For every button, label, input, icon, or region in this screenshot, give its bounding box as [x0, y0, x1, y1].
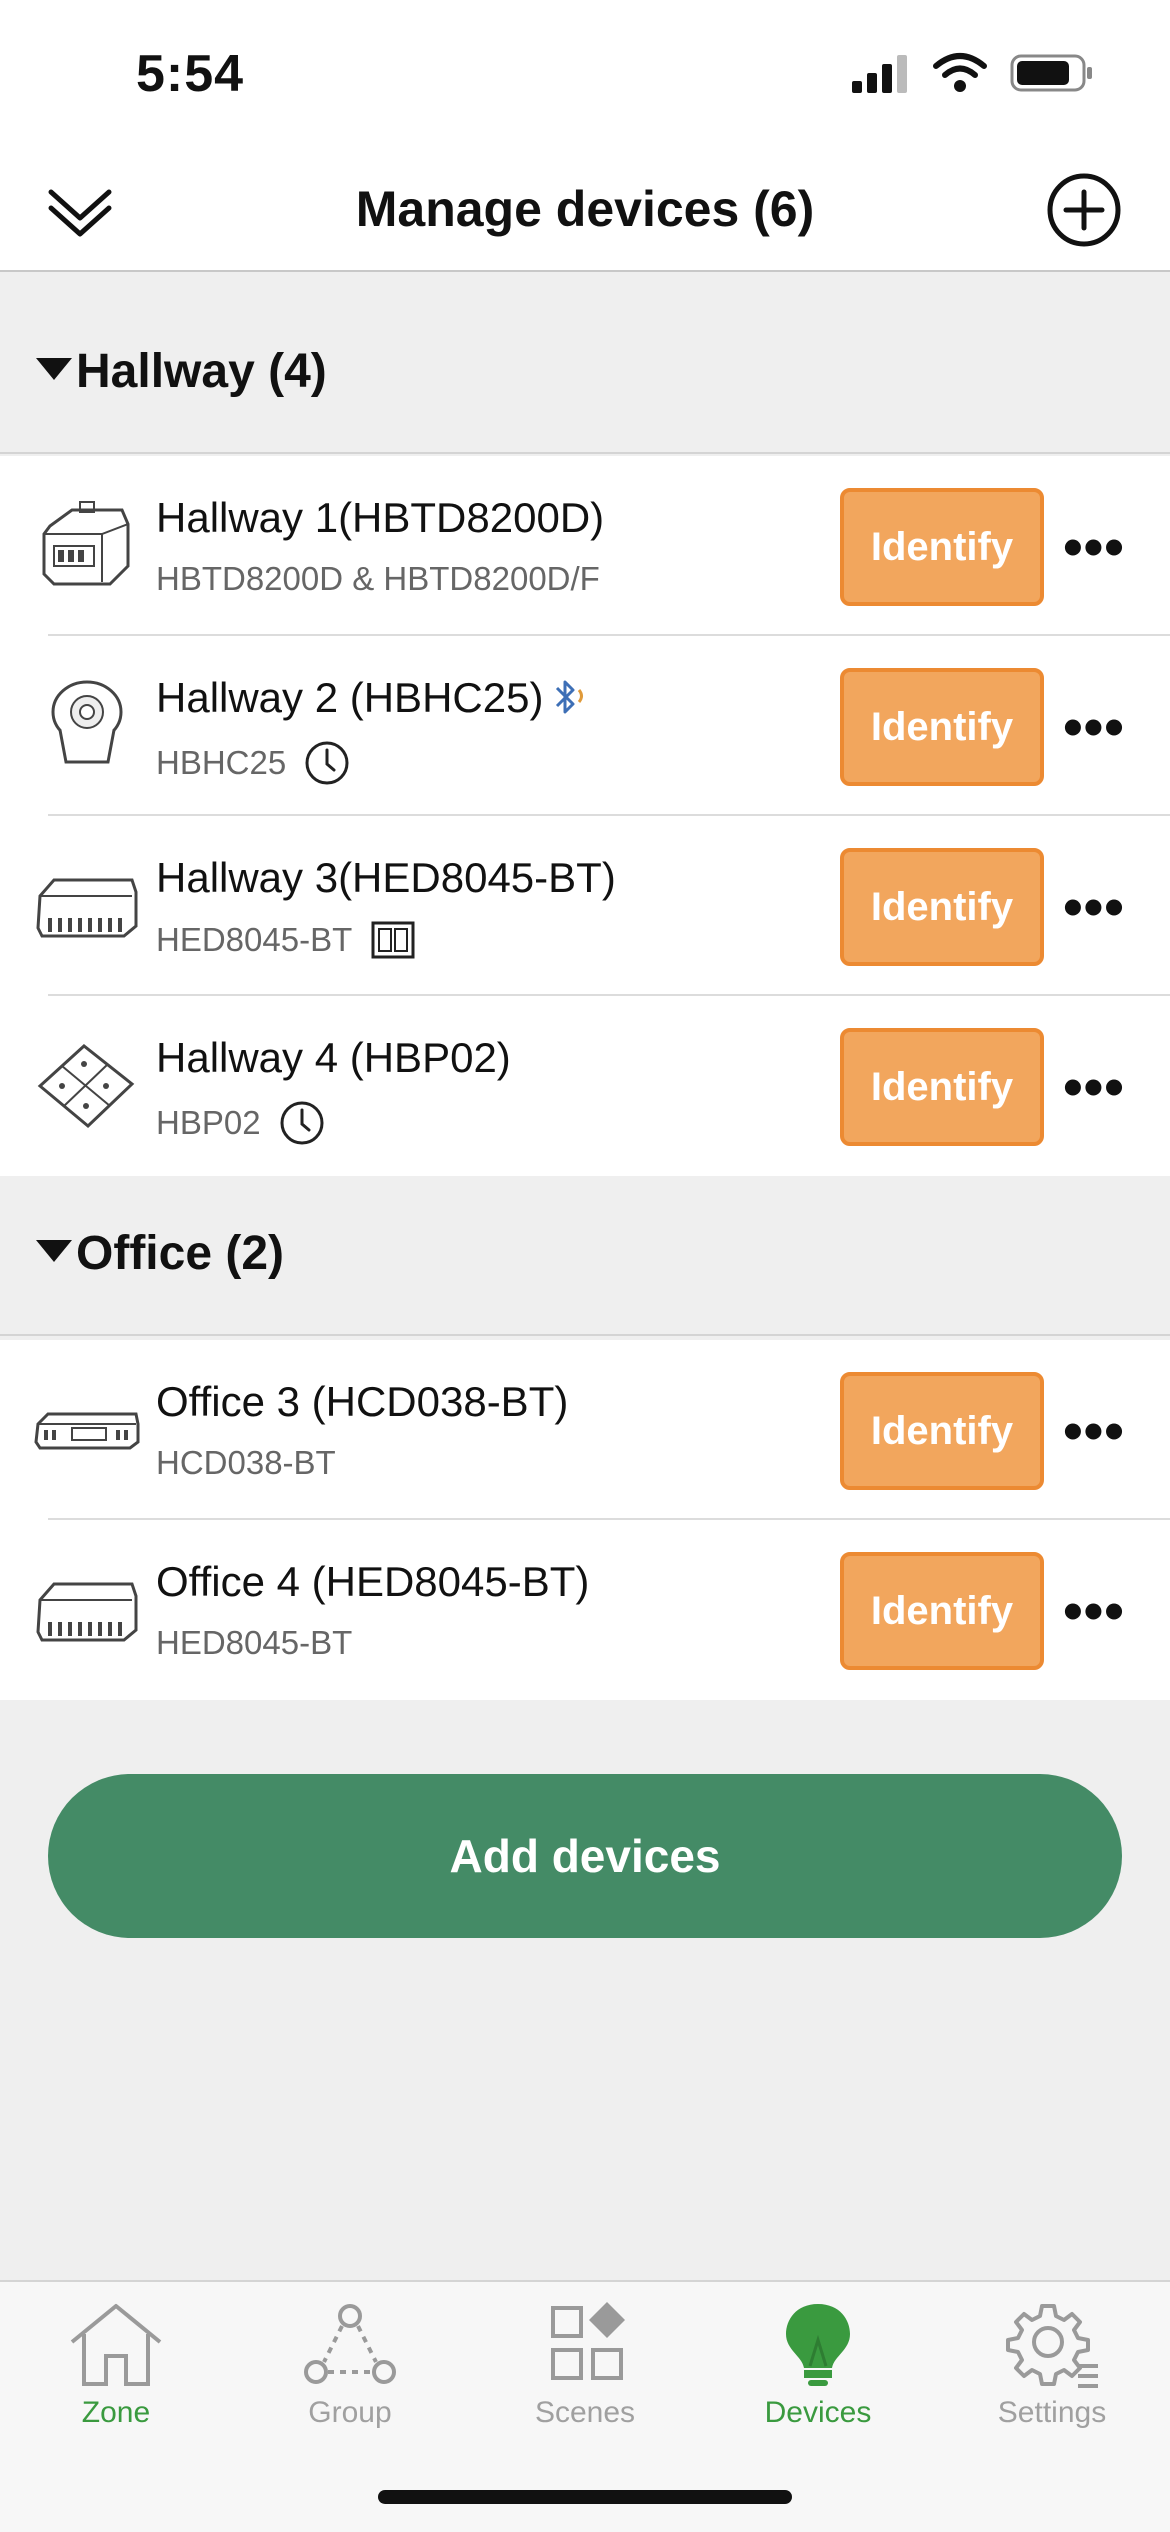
- tab-scenes[interactable]: Scenes: [495, 2300, 675, 2450]
- controller-module-icon: [42, 501, 130, 586]
- section-header-office[interactable]: Office (2): [0, 1176, 1170, 1336]
- more-options-button[interactable]: •••: [1054, 694, 1134, 758]
- identify-button[interactable]: Identify: [840, 1372, 1044, 1490]
- clock-icon: [280, 1101, 324, 1145]
- section-title: Office (2): [76, 1227, 285, 1280]
- device-model: HCD038-BT: [156, 1444, 336, 1481]
- device-name: Office 3 (HCD038-BT): [156, 1378, 569, 1425]
- more-options-button[interactable]: •••: [1054, 1054, 1134, 1118]
- device-model: HBP02: [156, 1100, 325, 1146]
- device-row[interactable]: Office 4 (HED8045-BT) HED8045-BT Identif…: [0, 1520, 1170, 1700]
- tab-label: Settings: [997, 2396, 1107, 2429]
- tab-label: Devices: [764, 2396, 872, 2429]
- sensor-icon: [51, 680, 123, 764]
- gear-icon: [1006, 2304, 1098, 2388]
- identify-button[interactable]: Identify: [840, 488, 1044, 606]
- device-model: HBTD8200D & HBTD8200D/F: [156, 560, 600, 597]
- tab-label: Zone: [81, 2396, 151, 2429]
- caret-down-icon: [36, 1240, 72, 1262]
- device-row[interactable]: Hallway 4 (HBP02) HBP02 Identify •••: [0, 996, 1170, 1176]
- identify-button[interactable]: Identify: [840, 1028, 1044, 1146]
- driver-module-icon: [34, 1412, 140, 1450]
- home-icon: [70, 2304, 162, 2386]
- battery-icon: [1010, 54, 1092, 92]
- tab-settings[interactable]: Settings: [962, 2300, 1142, 2450]
- identify-button[interactable]: Identify: [840, 1552, 1044, 1670]
- device-name: Hallway 1(HBTD8200D): [156, 494, 605, 541]
- section-title: Hallway (4): [76, 345, 327, 398]
- more-options-button[interactable]: •••: [1054, 1398, 1134, 1462]
- home-indicator: [378, 2490, 792, 2504]
- caret-down-icon: [36, 358, 72, 380]
- tab-devices[interactable]: Devices: [728, 2300, 908, 2450]
- device-row[interactable]: Hallway 1(HBTD8200D) HBTD8200D & HBTD820…: [0, 456, 1170, 636]
- status-icons: [850, 52, 1094, 94]
- group-icon: [304, 2304, 396, 2384]
- panel-icon: [371, 921, 415, 959]
- push-button-panel-icon: [37, 1044, 135, 1129]
- tab-label: Group: [308, 2396, 392, 2429]
- more-options-button[interactable]: •••: [1054, 514, 1134, 578]
- signal-icon: [852, 55, 907, 93]
- bulb-icon: [786, 2304, 850, 2386]
- page-title: Manage devices (6): [355, 181, 815, 237]
- wifi-icon: [933, 53, 987, 92]
- add-devices-button[interactable]: Add devices: [48, 1774, 1122, 1938]
- device-model: HED8045-BT: [156, 920, 416, 960]
- driver-module-icon: [36, 1582, 138, 1642]
- identify-button[interactable]: Identify: [840, 668, 1044, 786]
- identify-button[interactable]: Identify: [840, 848, 1044, 966]
- device-name: Hallway 4 (HBP02): [156, 1034, 511, 1081]
- nav-bar: Manage devices (6): [0, 150, 1170, 272]
- device-row[interactable]: Hallway 2 (HBHC25) HBHC25 Identify •••: [0, 636, 1170, 816]
- clock-icon: [305, 741, 349, 785]
- scenes-icon: [551, 2302, 625, 2380]
- driver-module-icon: [36, 878, 138, 938]
- device-row[interactable]: Hallway 3(HED8045-BT) HED8045-BT Identif…: [0, 816, 1170, 996]
- device-name: Hallway 3(HED8045-BT): [156, 854, 616, 901]
- add-button[interactable]: [1042, 168, 1126, 252]
- device-name: Hallway 2 (HBHC25): [156, 674, 591, 722]
- device-model: HED8045-BT: [156, 1624, 353, 1661]
- status-time: 5:54: [136, 45, 245, 103]
- more-options-button[interactable]: •••: [1054, 1578, 1134, 1642]
- bluetooth-icon: [556, 680, 584, 714]
- section-header-hallway[interactable]: Hallway (4): [0, 294, 1170, 454]
- tab-label: Scenes: [534, 2396, 636, 2429]
- device-row[interactable]: Office 3 (HCD038-BT) HCD038-BT Identify …: [0, 1340, 1170, 1520]
- device-model: HBHC25: [156, 740, 350, 786]
- tab-zone[interactable]: Zone: [26, 2300, 206, 2450]
- device-name: Office 4 (HED8045-BT): [156, 1558, 590, 1605]
- more-options-button[interactable]: •••: [1054, 874, 1134, 938]
- tab-group[interactable]: Group: [260, 2300, 440, 2450]
- status-bar: 5:54: [0, 0, 1170, 150]
- plus-circle-icon: [1047, 173, 1121, 247]
